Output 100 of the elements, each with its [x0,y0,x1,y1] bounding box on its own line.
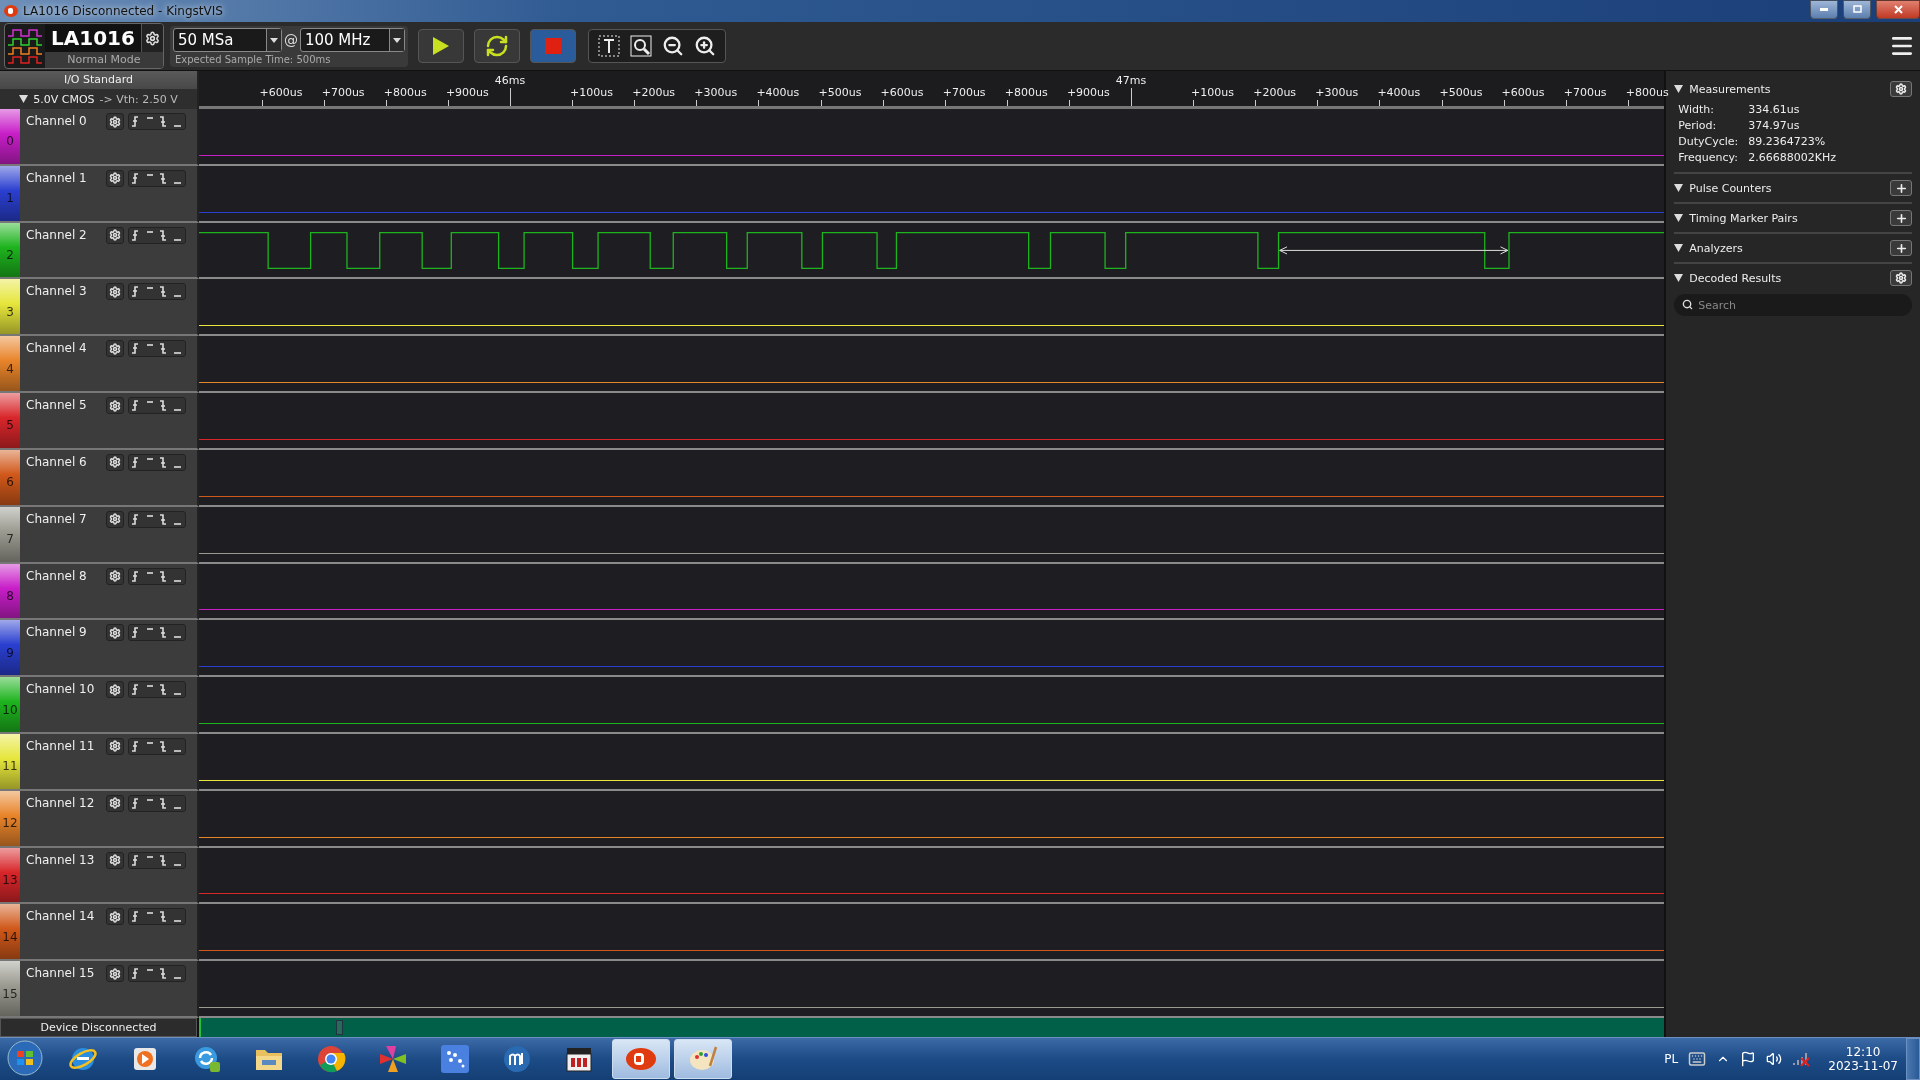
expand-icon[interactable] [19,95,29,103]
settings-icon [109,456,121,469]
close-button[interactable] [1876,0,1920,19]
channel-settings-button[interactable] [106,169,124,187]
tick-label: +600us [1501,86,1545,99]
section-title[interactable]: Decoded Results [1689,271,1884,285]
channel-settings-button[interactable] [106,397,124,415]
add-button[interactable] [1890,240,1912,256]
add-button[interactable] [1890,210,1912,226]
channel-number: 7 [0,506,20,562]
dots-icon [441,1045,469,1073]
settings-icon [109,229,121,242]
search-icon [1682,299,1694,310]
network-disconnected-icon[interactable] [1792,1051,1811,1067]
channel-settings-button[interactable] [106,283,124,301]
collapse-icon[interactable] [1674,85,1684,93]
channel-settings-button[interactable] [106,226,124,244]
channel-settings-button[interactable] [106,340,124,358]
repeat-button[interactable] [473,29,520,63]
speaker-icon[interactable] [1766,1051,1783,1067]
threshold-label: -> Vth: 2.50 V [99,92,178,106]
collapse-icon[interactable] [1674,184,1684,192]
language-indicator[interactable]: PL [1664,1052,1679,1066]
device-name: LA1016 [45,24,141,52]
channel-name: Channel 4 [26,341,88,358]
section-title[interactable]: Analyzers [1689,241,1884,255]
minimize-button[interactable] [1810,0,1838,19]
device-settings-button[interactable] [140,24,163,52]
sample-rate-dropdown[interactable]: 100 MHz [299,27,405,52]
channel-name: Channel 5 [26,398,88,415]
tick-label: +600us [259,86,303,99]
channel-name: Channel 1 [26,170,88,187]
settings-icon [109,854,121,867]
channel-number: 15 [0,961,20,1016]
settings-icon [109,740,121,753]
sync-icon [192,1044,222,1074]
channel-settings-button[interactable] [106,510,124,528]
section-title[interactable]: Measurements [1689,82,1884,96]
channel-settings-button[interactable] [106,113,124,130]
section-settings-button[interactable] [1890,270,1912,286]
settings-icon [109,285,121,298]
tick-label: +100us [570,86,613,99]
start-button[interactable] [417,29,464,63]
plus-icon [1894,181,1908,195]
search-field[interactable]: Search [1674,294,1912,316]
plus-icon [1894,241,1908,255]
channel-number: 14 [0,904,20,960]
settings-icon [109,967,121,980]
channel-number: 9 [0,620,20,676]
channel-name: Channel 0 [26,114,88,130]
tick-label: +400us [1377,86,1421,99]
browser-icon [316,1044,346,1074]
tick-label: +700us [942,86,986,99]
tick-label: +200us [632,86,676,99]
channel-settings-button[interactable] [106,851,124,869]
maximize-icon [1852,5,1862,13]
channel-settings-button[interactable] [106,794,124,812]
channel-number: 5 [0,393,20,448]
app-logo-icon [4,5,18,17]
section-title[interactable]: Pulse Counters [1689,181,1884,195]
measurement-label: Width: [1678,103,1715,116]
channel-settings-button[interactable] [106,737,124,755]
section-settings-button[interactable] [1890,81,1912,97]
settings-icon [109,115,121,128]
channel-settings-button[interactable] [106,681,124,699]
channel-name: Channel 6 [26,454,88,471]
settings-icon [109,797,121,810]
channel-name: Channel 9 [26,625,88,642]
tick-label: +500us [1439,86,1483,99]
section-title[interactable]: Timing Marker Pairs [1689,211,1884,225]
channel-settings-button[interactable] [106,908,124,926]
sample-depth-dropdown[interactable]: 50 MSa [172,27,282,52]
scrollbar-thumb[interactable] [336,1020,343,1035]
add-button[interactable] [1890,180,1912,196]
play-icon [131,1045,159,1073]
maximize-button[interactable] [1843,0,1871,19]
tick-label: +800us [1004,86,1048,99]
stop-button[interactable] [529,29,576,63]
channel-settings-button[interactable] [106,965,124,983]
io-standard-value[interactable]: 5.0V CMOS [33,92,95,106]
start-button[interactable] [4,1039,46,1079]
channel-name: Channel 7 [26,511,88,528]
channel-settings-button[interactable] [106,624,124,642]
channel-name: Channel 12 [26,795,96,812]
channel-number: 2 [0,222,20,278]
collapse-icon[interactable] [1674,214,1684,222]
tick-label: +800us [1625,86,1669,99]
channel-number: 3 [0,279,20,335]
channel-number: 11 [0,733,20,789]
measurement-value: 374.97us [1748,119,1801,132]
channel-number: 4 [0,336,20,392]
channel-settings-button[interactable] [106,453,124,471]
collapse-icon[interactable] [1674,244,1684,252]
channel-settings-button[interactable] [106,567,124,585]
collapse-icon[interactable] [1674,274,1684,282]
settings-icon [109,910,121,923]
timeline-scrollbar[interactable] [199,1018,1665,1037]
flag-icon[interactable] [1740,1051,1757,1067]
tick-label: +300us [1315,86,1359,99]
keyboard-icon[interactable] [1688,1050,1707,1068]
